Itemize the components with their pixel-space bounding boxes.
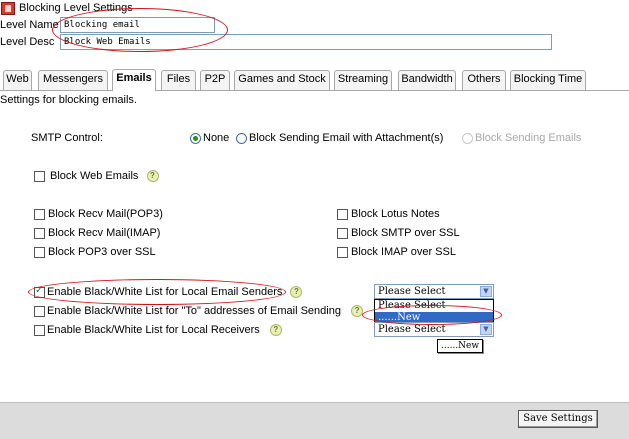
level-name-label: Level Name [0, 19, 59, 31]
block-pop3-checkbox[interactable] [34, 208, 45, 220]
smtp-option-block-sending: Block Sending Emails [462, 132, 581, 144]
block-lotus-checkbox[interactable] [337, 208, 348, 220]
tab-streaming[interactable]: Streaming [334, 70, 392, 90]
smtp-block-sending-radio [462, 132, 473, 144]
block-web-emails-row[interactable]: Block Web Emails ? [34, 170, 159, 183]
list-local-senders-checkbox[interactable] [34, 285, 45, 298]
block-imap-ssl-label: Block IMAP over SSL [351, 246, 456, 259]
tab-messengers[interactable]: Messengers [38, 70, 108, 90]
smtp-option-none[interactable]: None [190, 132, 229, 144]
smtp-control-label: SMTP Control: [31, 132, 103, 144]
help-icon[interactable]: ? [269, 324, 282, 337]
tab-emails[interactable]: Emails [112, 69, 156, 91]
help-icon[interactable]: ? [290, 286, 303, 299]
list-local-receivers-label: Enable Black/White List for Local Receiv… [47, 324, 260, 337]
receivers-list-select[interactable]: Please Select ▼ [374, 322, 494, 337]
list-local-senders-label: Enable Black/White List for Local Email … [47, 286, 283, 299]
smtp-block-attachments-radio[interactable] [236, 132, 247, 144]
senders-list-select[interactable]: Please Select ▼ [374, 284, 494, 299]
help-icon[interactable]: ? [351, 305, 364, 318]
tab-web[interactable]: Web [3, 70, 32, 90]
list-local-receivers-row[interactable]: Enable Black/White List for Local Receiv… [34, 324, 282, 337]
list-local-senders-row[interactable]: Enable Black/White List for Local Email … [34, 285, 303, 299]
window-title: Blocking Level Settings [19, 2, 133, 14]
option-block-imap[interactable]: Block Recv Mail(IMAP) [34, 227, 160, 239]
emails-description: Settings for blocking emails. [0, 94, 137, 106]
block-web-emails-label: Block Web Emails [50, 170, 139, 183]
tab-bandwidth[interactable]: Bandwidth [398, 70, 456, 90]
tab-others[interactable]: Others [462, 70, 506, 90]
level-name-field[interactable]: Blocking email [60, 17, 215, 33]
list-to-addresses-checkbox[interactable] [34, 305, 45, 317]
tab-files[interactable]: Files [161, 70, 196, 90]
list-to-addresses-row[interactable]: Enable Black/White List for "To" address… [34, 305, 364, 318]
tab-blocking-time[interactable]: Blocking Time [510, 70, 586, 90]
smtp-none-radio[interactable] [190, 132, 201, 144]
block-smtp-ssl-label: Block SMTP over SSL [351, 227, 460, 240]
option-block-pop3[interactable]: Block Recv Mail(POP3) [34, 208, 163, 220]
block-imap-label: Block Recv Mail(IMAP) [48, 227, 161, 240]
block-lotus-label: Block Lotus Notes [351, 208, 440, 221]
list-to-addresses-label: Enable Black/White List for "To" address… [47, 305, 341, 318]
tab-strip-line [0, 90, 629, 91]
chevron-down-icon[interactable]: ▼ [480, 286, 492, 297]
tab-games-and-stock[interactable]: Games and Stock [234, 70, 330, 90]
tab-p2p[interactable]: P2P [200, 70, 230, 90]
dropdown-option-please-select[interactable]: Please Select [375, 300, 493, 312]
block-pop3-ssl-checkbox[interactable] [34, 246, 45, 258]
save-settings-button[interactable]: Save Settings [518, 410, 598, 428]
level-desc-field[interactable]: Block Web Emails [60, 34, 552, 50]
block-pop3-ssl-label: Block POP3 over SSL [48, 246, 156, 259]
receivers-select-value: Please Select [378, 324, 446, 335]
smtp-block-sending-label: Block Sending Emails [475, 132, 582, 145]
help-icon[interactable]: ? [146, 170, 159, 183]
option-block-imap-ssl[interactable]: Block IMAP over SSL [337, 246, 456, 258]
option-block-lotus[interactable]: Block Lotus Notes [337, 208, 440, 220]
block-smtp-ssl-checkbox[interactable] [337, 227, 348, 239]
list-local-receivers-checkbox[interactable] [34, 324, 45, 336]
option-block-smtp-ssl[interactable]: Block SMTP over SSL [337, 227, 460, 239]
level-desc-label: Level Desc [0, 36, 55, 48]
block-imap-ssl-checkbox[interactable] [337, 246, 348, 258]
block-pop3-label: Block Recv Mail(POP3) [48, 208, 163, 221]
option-block-pop3-ssl[interactable]: Block POP3 over SSL [34, 246, 156, 258]
smtp-option-block-attachments[interactable]: Block Sending Email with Attachment(s) [236, 132, 443, 144]
chevron-down-icon[interactable]: ▼ [480, 324, 492, 335]
block-imap-checkbox[interactable] [34, 227, 45, 239]
smtp-none-label: None [203, 132, 230, 145]
senders-select-value: Please Select [378, 286, 446, 297]
new-option-tooltip: ......New [437, 339, 484, 353]
block-web-emails-checkbox[interactable] [34, 170, 45, 182]
smtp-block-attachments-label: Block Sending Email with Attachment(s) [249, 132, 444, 145]
level-settings-icon [1, 2, 15, 15]
